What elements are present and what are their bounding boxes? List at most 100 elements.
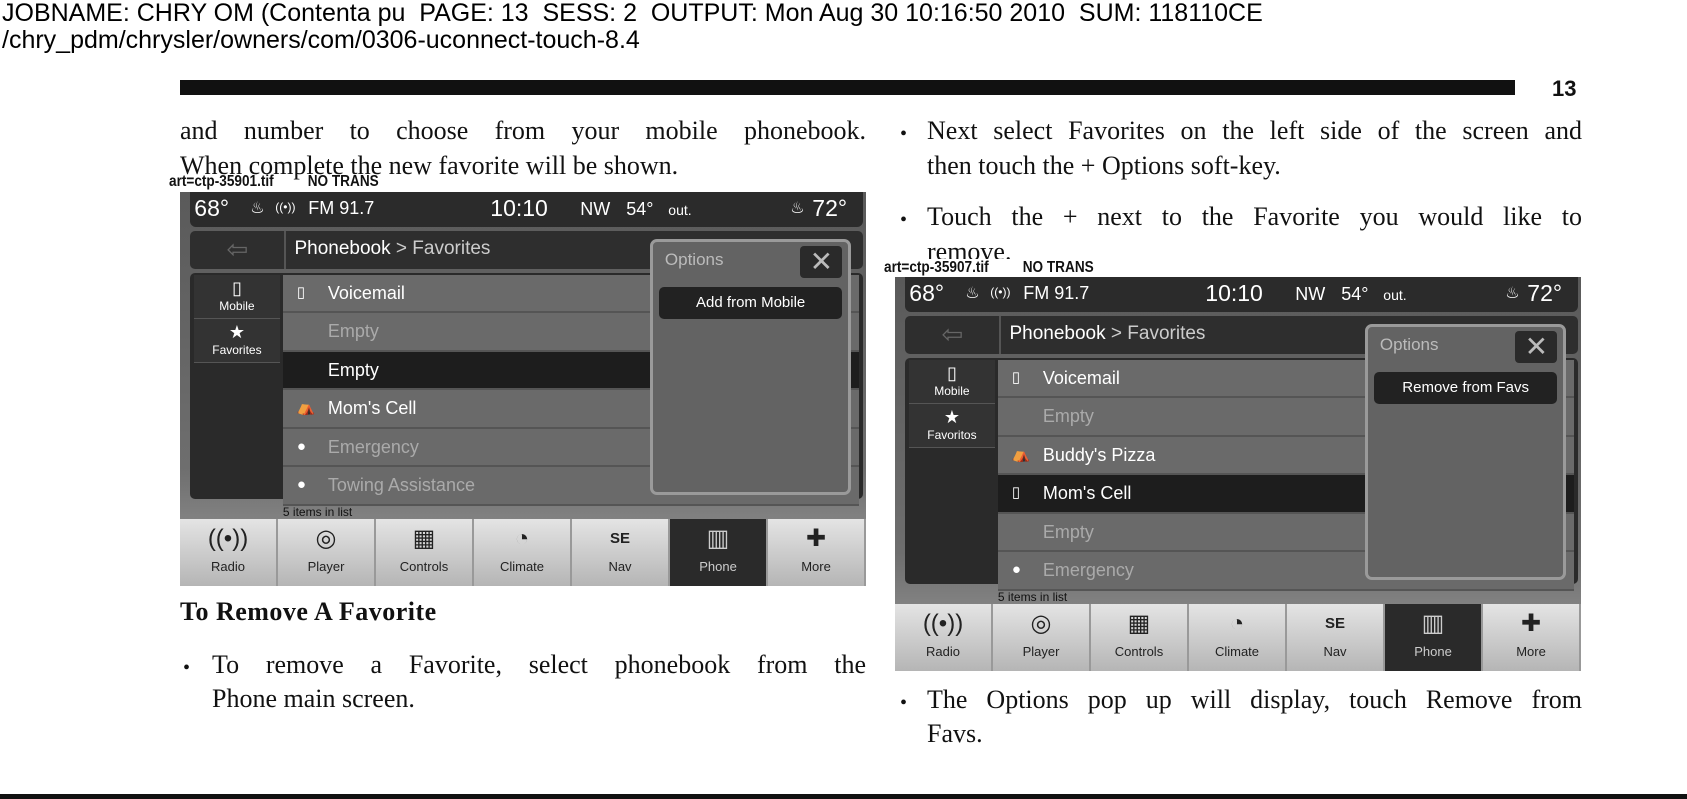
art-note: NO TRANS	[1022, 259, 1094, 276]
seat-heat-icon[interactable]: ♨	[250, 198, 264, 218]
uconnect-screen-add: 68° ♨ ((•)) FM 91.7 10:10 NW 54° out. ♨ …	[180, 192, 866, 586]
contact-name: Mom's Cell	[327, 398, 417, 419]
contact-name: Emergency	[1042, 560, 1134, 581]
outside-temp: 54°	[1341, 284, 1369, 304]
sidebar-item-mobile[interactable]: ▯ Mobile	[908, 359, 996, 404]
options-title: Options	[1379, 335, 1439, 355]
compass-direction: NW	[1295, 284, 1326, 304]
mobile-icon: ▯	[231, 277, 242, 298]
contact-name: Mom's Cell	[1042, 483, 1132, 504]
bullet-line: The Options pop up will display, touch R…	[927, 685, 1582, 714]
nav-nav[interactable]: SE Nav	[572, 519, 670, 586]
close-icon[interactable]: ✕	[1515, 331, 1558, 364]
radio-icon: ((•))	[922, 610, 964, 638]
nav-label: Player	[307, 559, 345, 575]
clock: 10:10	[490, 195, 548, 221]
bed-icon: ⛺	[1011, 445, 1031, 463]
bullet: •	[900, 692, 908, 714]
bullet-line: To remove a Favorite, select phonebook f…	[212, 650, 866, 679]
bed-icon: ⛺	[296, 399, 316, 417]
nav-radio[interactable]: ((•)) Radio	[180, 519, 278, 586]
sidebar-label: Mobile	[934, 383, 970, 398]
contact-name: Voicemail	[1042, 367, 1120, 388]
temp-left[interactable]: 68°	[194, 195, 229, 222]
bullet-line: Touch the + next to the Favorite you wou…	[927, 202, 1582, 231]
nav-label: Controls	[399, 559, 449, 575]
bottom-nav: ((•)) Radio ◎ Player ▦ Controls ◔ Climate SE Nav ▥…	[180, 519, 866, 586]
breadcrumb-root[interactable]: Phonebook	[294, 238, 390, 259]
job-path: /chry_pdm/chrysler/owners/com/0306-uconn…	[2, 26, 640, 54]
antenna-icon: ((•))	[990, 285, 1011, 299]
nav-controls[interactable]: ▦ Controls	[1091, 604, 1189, 671]
sidebar-item-favorites[interactable]: ★ Favoritos	[908, 403, 996, 448]
seat-heat-icon[interactable]: ♨	[965, 283, 979, 303]
star-icon: ★	[228, 321, 245, 342]
temp-right[interactable]: 72°	[812, 195, 847, 222]
nav-label: Phone	[1414, 644, 1452, 660]
header-rule	[180, 80, 1515, 95]
nav-label: Nav	[1323, 644, 1347, 660]
contact-name: Empty	[1042, 521, 1094, 542]
controls-icon: ▦	[412, 525, 436, 553]
contact-name: Empty	[1042, 406, 1094, 427]
radio-station[interactable]: FM 91.7	[1023, 283, 1089, 304]
options-popup: Options ✕ Add from Mobile	[649, 239, 852, 496]
more-icon: ✚	[1520, 610, 1542, 638]
bullet: •	[900, 123, 908, 145]
sidebar-item-mobile[interactable]: ▯ Mobile	[193, 274, 281, 319]
options-action-button[interactable]: Remove from Favs	[1373, 372, 1558, 405]
contact-name: Towing Assistance	[327, 475, 475, 496]
sidebar-label: Favoritos	[927, 427, 977, 442]
temp-left[interactable]: 68°	[909, 280, 944, 307]
nav-player[interactable]: ◎ Player	[278, 519, 376, 586]
phone-icon: ▥	[706, 525, 730, 553]
breadcrumb-current: > Favorites	[395, 238, 491, 260]
breadcrumb-root[interactable]: Phonebook	[1009, 323, 1105, 344]
nav-icon: SE	[609, 530, 630, 548]
contact-name: Emergency	[327, 436, 419, 457]
phone-icon: ▯	[296, 283, 306, 301]
bullet-line: Phone main screen.	[212, 684, 415, 713]
nav-nav[interactable]: SE Nav	[1287, 604, 1385, 671]
radio-station[interactable]: FM 91.7	[308, 198, 374, 219]
bullet-line: Favs.	[927, 719, 983, 748]
nav-phone[interactable]: ▥ Phone	[670, 519, 768, 586]
art-note: NO TRANS	[307, 173, 379, 190]
intro-line: and number to choose from your mobile ph…	[180, 116, 866, 145]
contact-name: Buddy's Pizza	[1042, 444, 1156, 465]
status-bar: 68° ♨ ((•)) FM 91.7 10:10 NW 54° out. ♨ …	[905, 277, 1578, 312]
options-action-button[interactable]: Add from Mobile	[658, 287, 843, 320]
sidebar-item-favorites[interactable]: ★ Favorites	[193, 318, 281, 363]
nav-climate[interactable]: ◔ Climate	[474, 519, 572, 586]
section-title: To Remove A Favorite	[180, 597, 437, 626]
breadcrumb-current: > Favorites	[1110, 323, 1206, 345]
page-number: 13	[1552, 76, 1577, 101]
nav-more[interactable]: ✚ More	[768, 519, 866, 586]
contact-name: Empty	[327, 359, 379, 380]
sidebar-label: Favorites	[212, 342, 262, 357]
seat-heat-icon[interactable]: ♨	[790, 198, 804, 218]
nav-label: Radio	[926, 644, 960, 660]
climate-icon: ◔	[514, 525, 530, 553]
climate-icon: ◔	[1229, 610, 1245, 638]
bottom-nav: ((•)) Radio ◎ Player ▦ Controls ◔ Climate SE Nav ▥…	[895, 604, 1581, 671]
controls-icon: ▦	[1127, 610, 1151, 638]
back-arrow-icon[interactable]: ⇦	[905, 316, 1002, 354]
radio-icon: ((•))	[207, 525, 249, 553]
close-icon[interactable]: ✕	[800, 246, 843, 279]
nav-radio[interactable]: ((•)) Radio	[895, 604, 993, 671]
outside-label: out.	[668, 202, 692, 218]
nav-phone[interactable]: ▥ Phone	[1385, 604, 1483, 671]
back-arrow-icon[interactable]: ⇦	[190, 231, 287, 269]
nav-player[interactable]: ◎ Player	[993, 604, 1091, 671]
nav-climate[interactable]: ◔ Climate	[1189, 604, 1287, 671]
seat-heat-icon[interactable]: ♨	[1505, 283, 1519, 303]
temp-right[interactable]: 72°	[1527, 280, 1562, 307]
contact-name: Empty	[327, 321, 379, 342]
nav-controls[interactable]: ▦ Controls	[376, 519, 474, 586]
dot-icon: ●	[296, 476, 306, 494]
outside-label: out.	[1383, 287, 1407, 303]
clock: 10:10	[1205, 280, 1263, 306]
nav-more[interactable]: ✚ More	[1483, 604, 1581, 671]
job-header: JOBNAME: CHRY OM (Contenta pu PAGE: 13 S…	[2, 0, 1263, 27]
